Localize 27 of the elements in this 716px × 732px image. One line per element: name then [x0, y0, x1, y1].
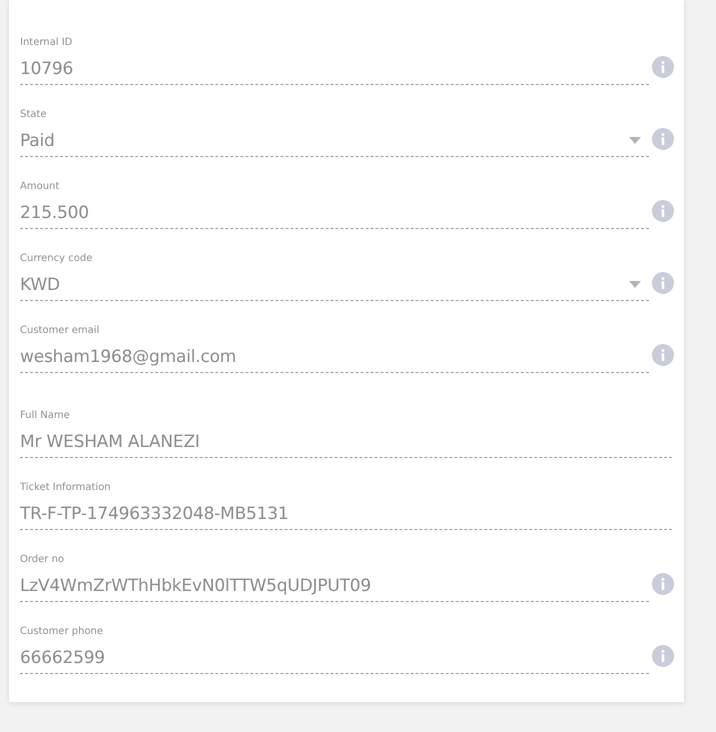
field-label: Full Name [20, 410, 70, 422]
text-field[interactable]: 215.500 [20, 199, 649, 229]
info-icon[interactable] [652, 200, 674, 222]
field-label: Ticket Information [20, 482, 111, 494]
field-label: Customer phone [20, 626, 104, 638]
info-icon[interactable] [652, 645, 674, 667]
text-field[interactable]: LzV4WmZrWThHbkEvN0lTTW5qUDJPUT09 [20, 572, 649, 602]
field-label: Currency code [20, 253, 92, 265]
dropdown-field[interactable]: KWD [20, 271, 649, 301]
dropdown-field[interactable]: Paid [20, 127, 649, 157]
text-field[interactable]: TR-F-TP-174963332048-MB5131 [20, 500, 672, 530]
text-field[interactable]: 10796 [20, 55, 649, 85]
info-icon[interactable] [652, 128, 674, 150]
info-icon[interactable] [652, 56, 674, 78]
text-field[interactable]: Mr WESHAM ALANEZI [20, 428, 672, 458]
info-icon[interactable] [652, 344, 674, 366]
text-field[interactable]: wesham1968@gmail.com [20, 343, 649, 373]
field-label: Internal ID [20, 37, 72, 49]
info-icon[interactable] [652, 573, 674, 595]
text-field[interactable]: 66662599 [20, 644, 649, 674]
field-label: State [20, 109, 46, 121]
field-label: Order no [20, 554, 64, 566]
caret-icon [629, 137, 641, 144]
info-icon[interactable] [652, 272, 674, 294]
caret-icon [629, 281, 641, 288]
field-label: Customer email [20, 325, 100, 337]
field-label: Amount [20, 181, 60, 193]
